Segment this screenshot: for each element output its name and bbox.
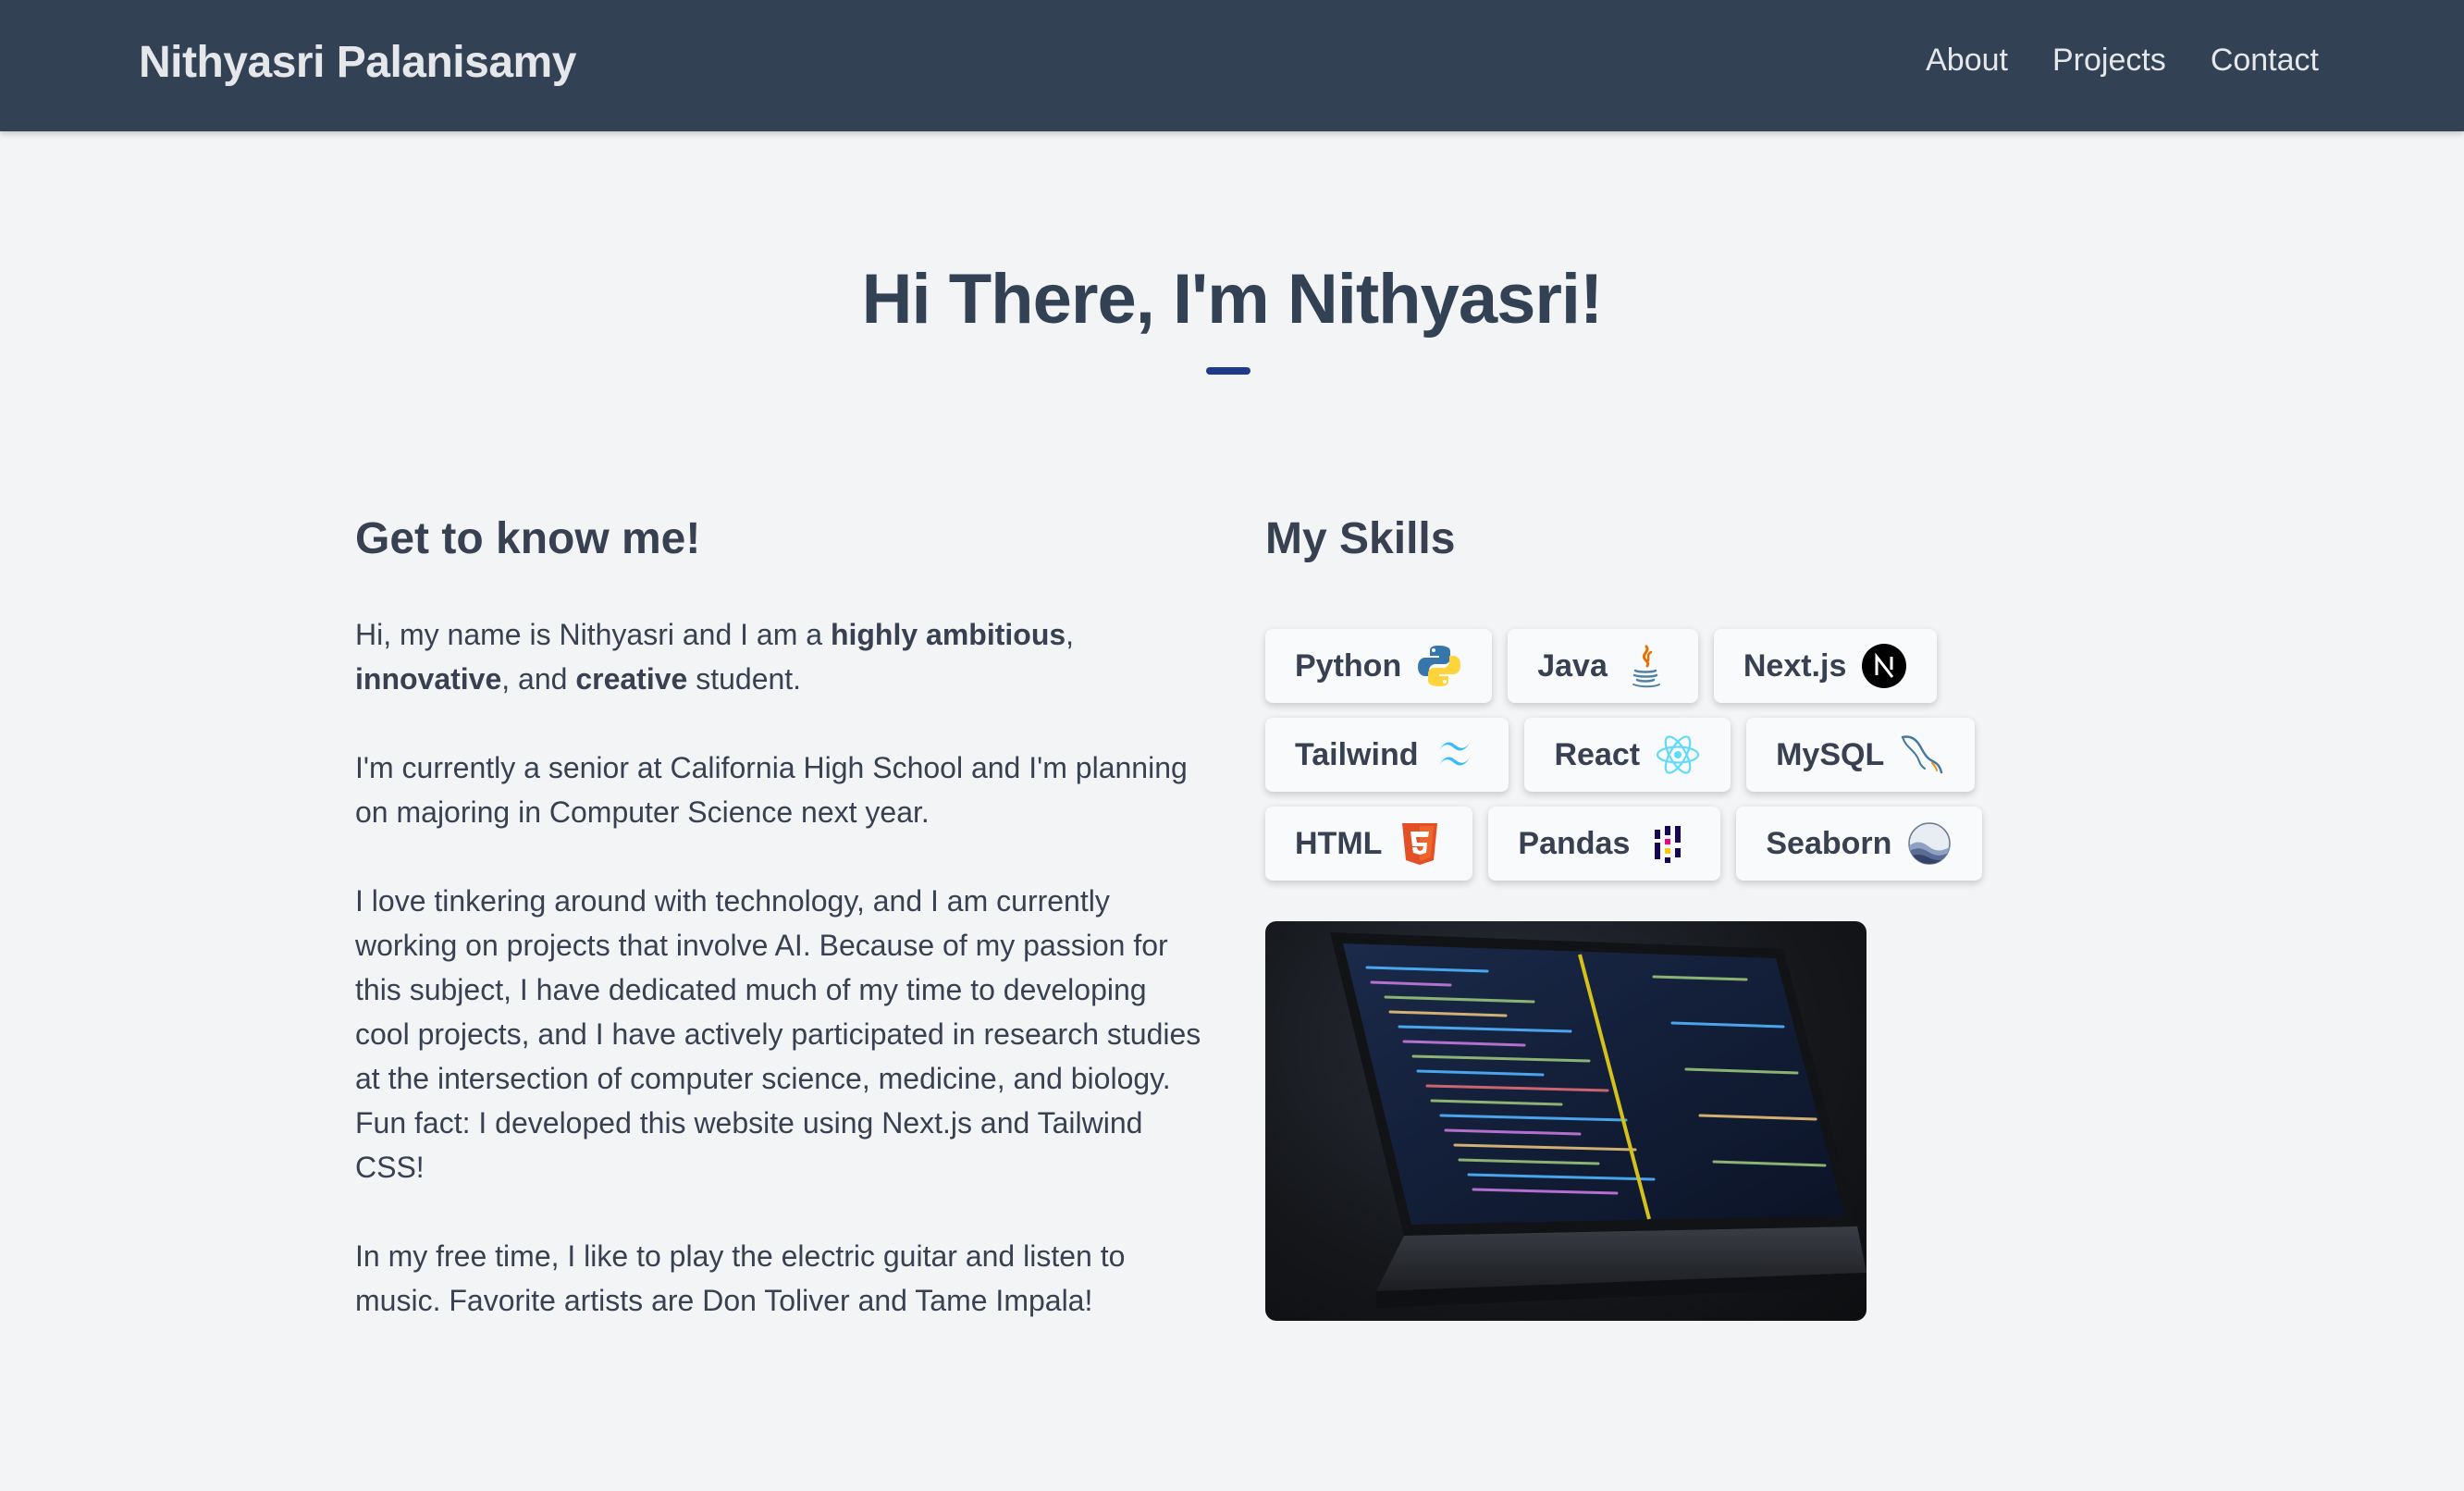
top-navbar: Nithyasri Palanisamy About Projects Cont…: [0, 0, 2464, 131]
skill-chip-seaborn[interactable]: Seaborn: [1736, 807, 1983, 881]
python-icon: [1416, 643, 1462, 689]
skill-label: Pandas: [1518, 825, 1631, 861]
tailwind-icon: [1433, 732, 1479, 778]
intro-bold-ambitious: highly ambitious: [830, 618, 1066, 651]
skill-label: Tailwind: [1295, 736, 1419, 772]
nav-link-projects[interactable]: Projects: [2052, 43, 2166, 79]
nav-link-contact[interactable]: Contact: [2211, 43, 2319, 79]
nav-link-about[interactable]: About: [1926, 43, 2008, 79]
skill-label: Seaborn: [1766, 825, 1892, 861]
seaborn-icon: [1906, 820, 1953, 867]
skill-chip-tailwind[interactable]: Tailwind: [1265, 718, 1509, 792]
skill-chip-mysql[interactable]: MySQL: [1746, 718, 1976, 792]
about-section: Get to know me! Hi, my name is Nithyasri…: [355, 507, 1206, 1323]
intro-text-e: student.: [687, 662, 802, 696]
about-heading: Get to know me!: [355, 514, 701, 563]
skill-chip-react[interactable]: React: [1524, 718, 1731, 792]
skill-chip-python[interactable]: Python: [1265, 629, 1493, 703]
react-icon: [1655, 732, 1701, 778]
skill-label: Next.js: [1743, 647, 1847, 684]
skills-row: Python Java Next.js: [1265, 629, 2005, 703]
hero-title: Hi There, I'm Nithyasri!: [861, 260, 1604, 339]
brand-link[interactable]: Nithyasri Palanisamy: [139, 37, 576, 88]
hero-underline: [1206, 367, 1250, 375]
skill-label: Java: [1537, 647, 1608, 684]
skills-row: Tailwind React MySQL: [1265, 718, 2005, 792]
skill-label: React: [1554, 736, 1641, 772]
intro-bold-creative: creative: [575, 662, 688, 696]
skills-section: My Skills Python Java Next.js Tailwind R…: [1265, 507, 2005, 1321]
skill-chip-nextjs[interactable]: Next.js: [1713, 629, 1938, 703]
html5-icon: [1397, 820, 1443, 867]
about-paragraph-school: I'm currently a senior at California Hig…: [355, 751, 1188, 829]
skill-chip-pandas[interactable]: Pandas: [1488, 807, 1721, 881]
skill-label: HTML: [1295, 825, 1383, 861]
pandas-icon: [1645, 820, 1691, 867]
skill-chip-java[interactable]: Java: [1508, 629, 1698, 703]
skill-chip-html[interactable]: HTML: [1265, 807, 1473, 881]
about-paragraph-intro: Hi, my name is Nithyasri and I am a high…: [355, 612, 1206, 701]
nav-links: About Projects Contact: [1926, 43, 2319, 79]
intro-text-c: ,: [1066, 618, 1075, 651]
skills-grid: Python Java Next.js Tailwind React MySQL…: [1265, 629, 2005, 881]
intro-text-a: Hi, my name is Nithyasri and I am a: [355, 618, 831, 651]
skills-heading: My Skills: [1265, 514, 1456, 563]
laptop-image: [1265, 921, 1866, 1321]
mysql-icon: [1899, 732, 1945, 778]
about-paragraph-hobbies: In my free time, I like to play the elec…: [355, 1239, 1126, 1317]
java-icon: [1622, 643, 1669, 689]
about-paragraph-interests: I love tinkering around with technology,…: [355, 884, 1201, 1184]
skill-label: Python: [1295, 647, 1402, 684]
intro-bold-innovative: innovative: [355, 662, 502, 696]
nextjs-icon: [1861, 643, 1907, 689]
laptop-illustration: [1330, 932, 1866, 1308]
skill-label: MySQL: [1776, 736, 1885, 772]
skills-row: HTML Pandas Seaborn: [1265, 807, 2005, 881]
intro-text-d: , and: [501, 662, 576, 696]
